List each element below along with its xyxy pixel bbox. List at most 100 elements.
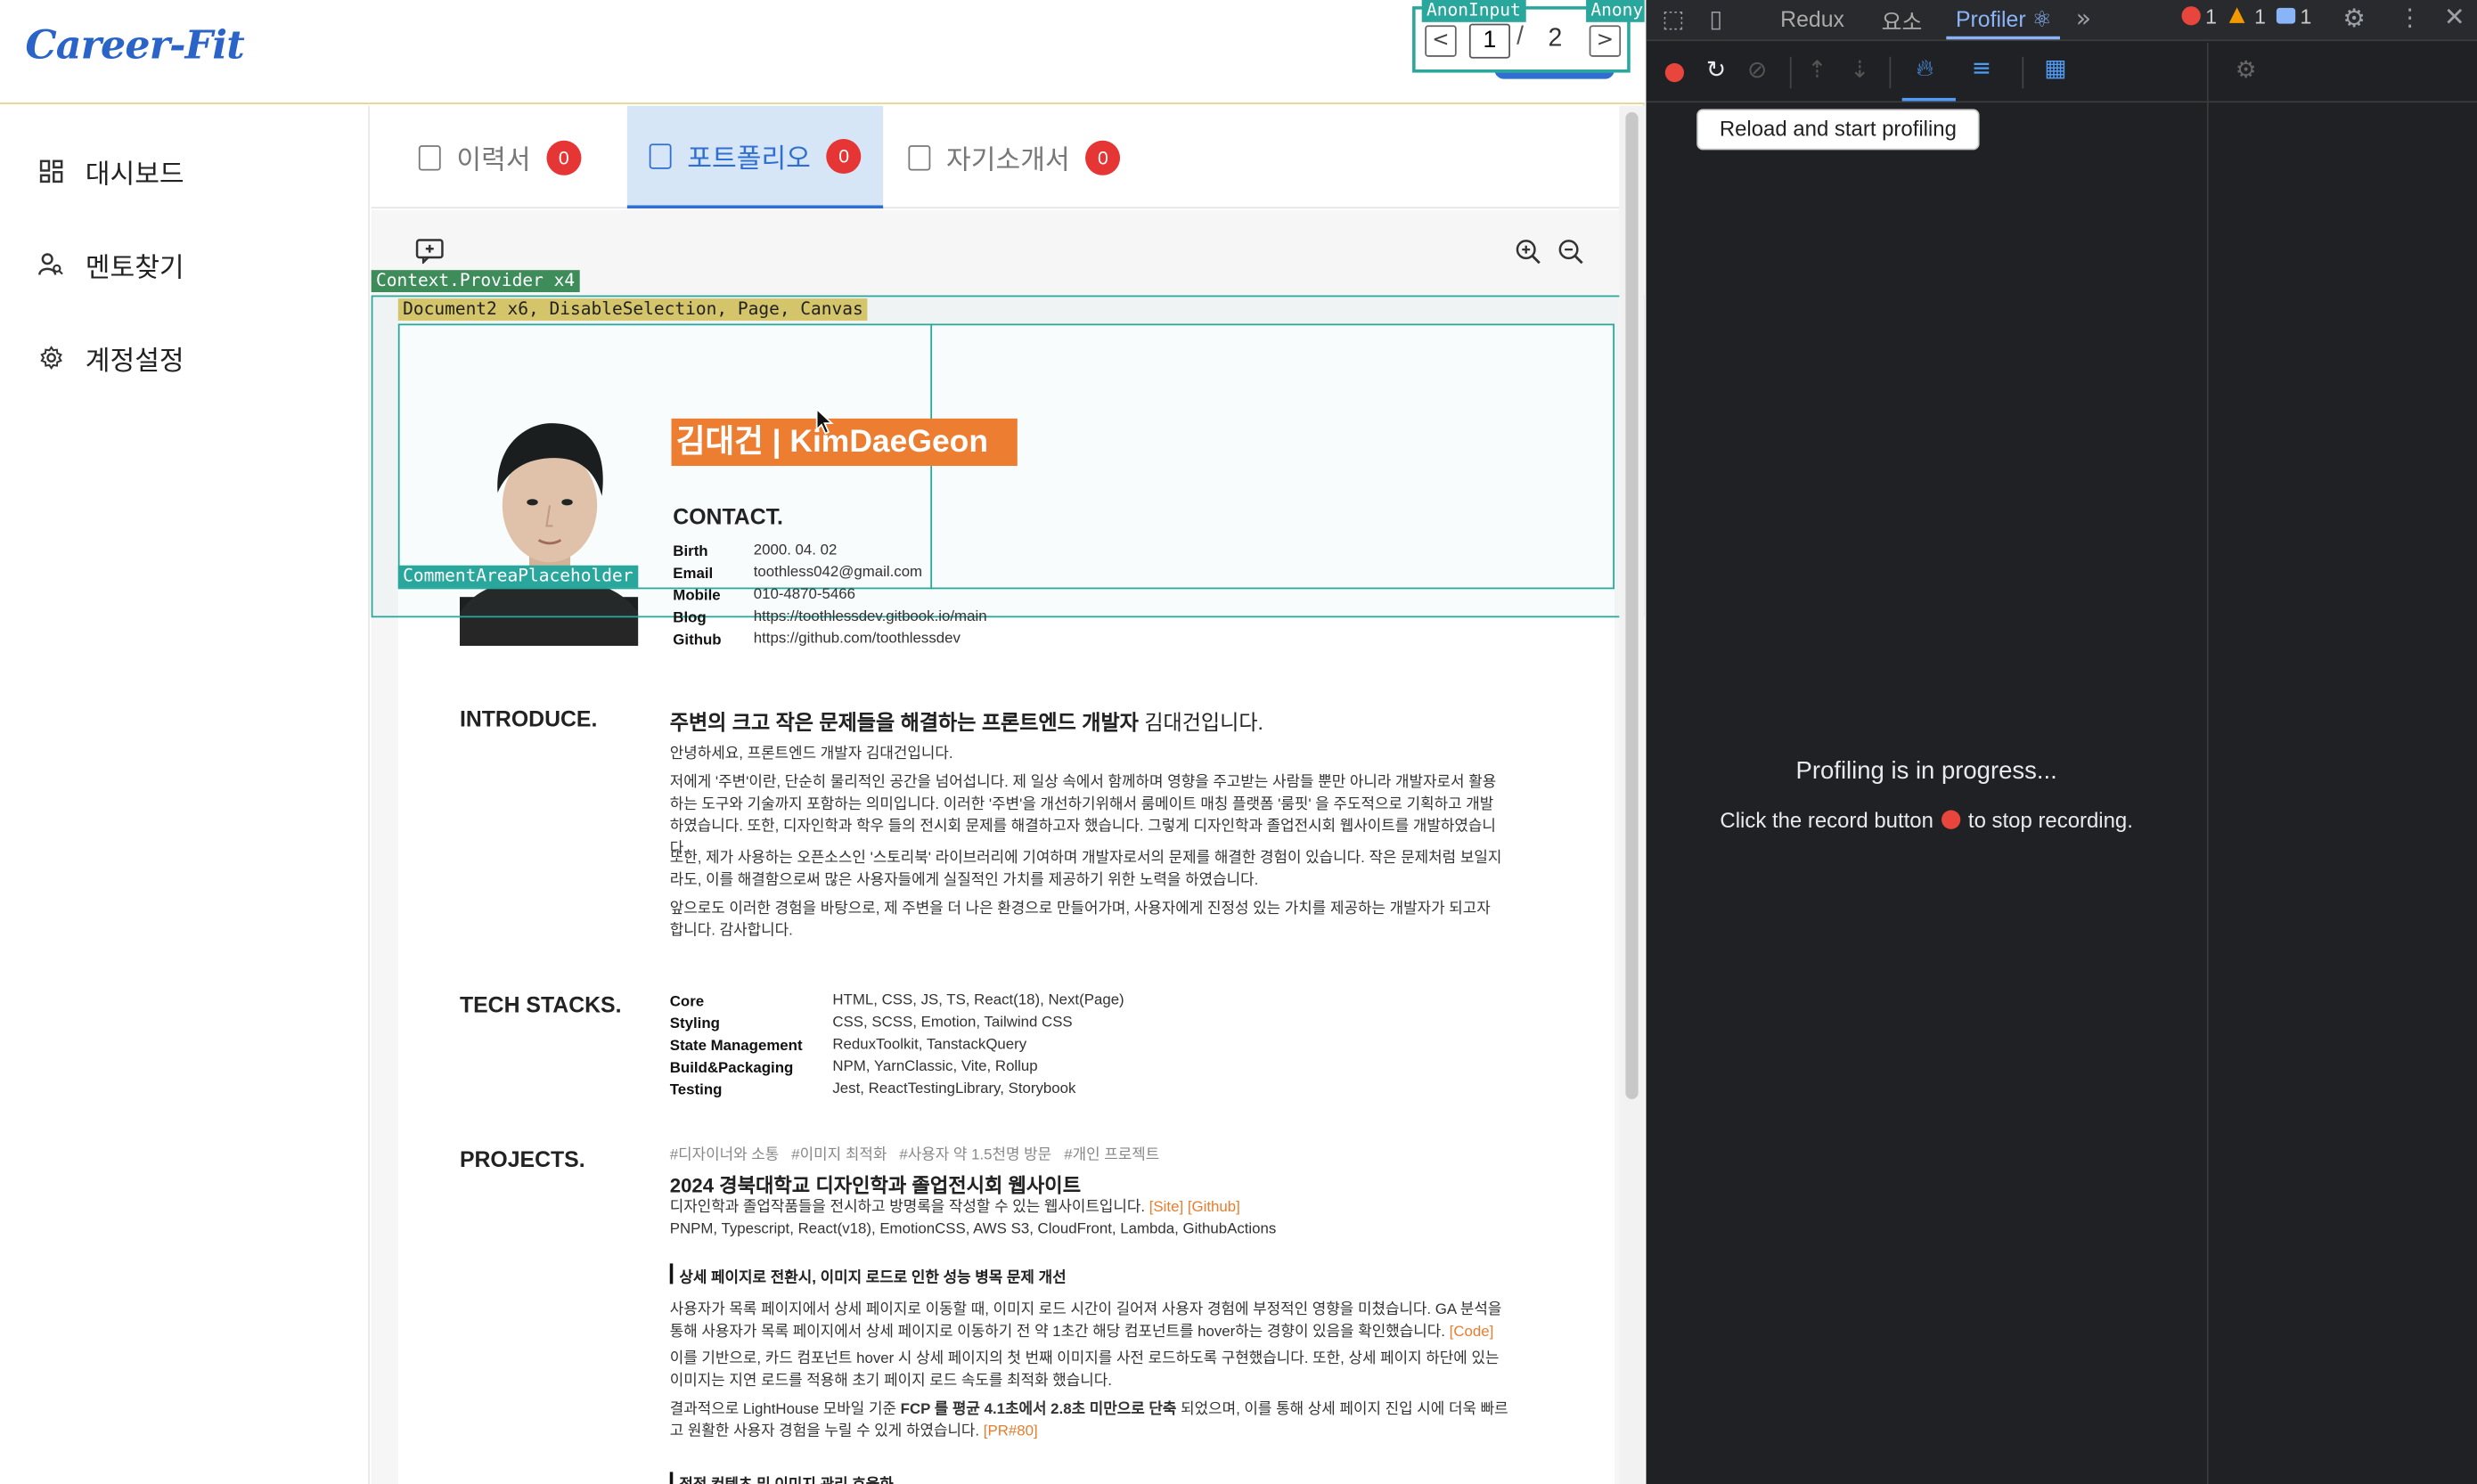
- tab-label: 이력서: [456, 145, 531, 175]
- settings-gear-icon[interactable]: ⚙: [2342, 4, 2365, 34]
- toolbar-divider: [2022, 56, 2024, 89]
- message-count[interactable]: 1: [2300, 4, 2311, 29]
- mouse-cursor-icon: [815, 407, 834, 436]
- count-badge: 0: [546, 139, 582, 175]
- github-link[interactable]: [Github]: [1188, 1199, 1240, 1217]
- record-button-icon[interactable]: [1664, 62, 1685, 83]
- tab-cover-letter[interactable]: 자기소개서 0: [908, 106, 1121, 208]
- document-icon: [908, 144, 931, 170]
- record-dot-icon: [1941, 810, 1961, 829]
- page-separator: /: [1516, 23, 1524, 51]
- next-page-button[interactable]: >: [1589, 25, 1622, 57]
- tab-elements[interactable]: 요소: [1882, 6, 1923, 37]
- name-banner: 김대건 | KimDaeGeon: [671, 418, 1018, 467]
- flame-chart-icon[interactable]: 🔥︎: [1917, 53, 1934, 82]
- warning-count[interactable]: 1: [2254, 4, 2266, 29]
- reload-tooltip: Reload and start profiling: [1696, 109, 1980, 151]
- tech-value: NPM, YarnClassic, Vite, Rollup: [832, 1057, 1038, 1076]
- zoom-out-icon[interactable]: [1557, 239, 1584, 265]
- context-provider-tag: Context.Provider x4: [371, 270, 580, 293]
- kebab-menu-icon[interactable]: ⋮: [2398, 4, 2422, 32]
- headline-bold: 주변의 크고 작은 문제들을 해결하는 프론트엔드 개발자: [669, 710, 1139, 735]
- sidebar-item-mentor[interactable]: 멘토찾기: [38, 240, 184, 287]
- document-icon: [418, 144, 441, 170]
- page-total: 2: [1548, 25, 1563, 53]
- profiling-status-title: Profiling is in progress...: [1795, 758, 2057, 786]
- tab-profiler[interactable]: Profiler ⚛: [1956, 6, 2052, 33]
- contact-label: Blog: [673, 609, 707, 627]
- profiling-status-hint: Click the record button to stop recording…: [1646, 809, 2206, 833]
- add-comment-icon[interactable]: [415, 239, 446, 265]
- load-profile-icon[interactable]: ⇡: [1807, 55, 1827, 84]
- sidebar-item-settings[interactable]: 계정설정: [38, 333, 184, 380]
- profiler-settings-icon[interactable]: ⚙: [2236, 55, 2257, 84]
- ranked-chart-icon[interactable]: ≡: [1972, 53, 1991, 82]
- headline-rest: 김대건입니다.: [1138, 710, 1263, 735]
- subsection-paragraph: 사용자가 목록 페이지에서 상세 페이지로 이동할 때, 이미지 로드 시간이 …: [670, 1300, 1514, 1344]
- contact-value: 2000. 04. 02: [753, 542, 838, 559]
- save-profile-icon[interactable]: ⇣: [1850, 55, 1869, 84]
- clear-icon[interactable]: ⊘: [1747, 55, 1767, 84]
- project-description: 디자인학과 졸업작품들을 전시하고 방명록을 작성할 수 있는 웹사이트입니다.…: [670, 1197, 1240, 1219]
- sidebar: 대시보드 멘토찾기 계정설정: [0, 105, 370, 1484]
- sidebar-item-label: 대시보드: [85, 159, 184, 189]
- vertical-scrollbar[interactable]: [1619, 105, 1645, 1484]
- sidebar-item-dashboard[interactable]: 대시보드: [38, 147, 184, 194]
- app-header: Career-Fit: [0, 0, 1645, 105]
- count-badge: 0: [1085, 139, 1121, 175]
- introduce-paragraph: 앞으로도 이러한 경험을 바탕으로, 제 주변을 더 나은 환경으로 만들어가며…: [669, 900, 1491, 940]
- project-tags: #디자이너와 소통 #이미지 최적화 #사용자 약 1.5천명 방문 #개인 프…: [669, 1146, 1160, 1164]
- document-tag: Document2 x6, DisableSelection, Page, Ca…: [397, 298, 869, 321]
- tech-title: TECH STACKS.: [459, 991, 622, 1017]
- toolbar-divider: [1889, 56, 1892, 89]
- contact-value[interactable]: https://github.com/toothlessdev: [754, 629, 961, 651]
- reload-profile-icon[interactable]: ↻: [1706, 55, 1726, 84]
- code-link[interactable]: [Code]: [1450, 1324, 1494, 1341]
- pr-link[interactable]: [PR#80]: [984, 1423, 1038, 1440]
- profiler-toolbar: ↻ ⊘ ⇡ ⇣ 🔥︎ ≡ ▦: [1646, 43, 2207, 103]
- subsection-marker: [669, 1263, 674, 1284]
- active-view-indicator: [1901, 97, 1956, 102]
- contact-value: toothless042@gmail.com: [753, 563, 923, 582]
- anon-input-tag: AnonInput: [1421, 0, 1526, 22]
- dashboard-icon: [38, 158, 63, 183]
- sub-p3-a: 결과적으로 LightHouse 모바일 기준: [669, 1400, 901, 1419]
- close-devtools-icon[interactable]: ✕: [2444, 2, 2465, 32]
- prev-page-button[interactable]: <: [1425, 25, 1457, 57]
- tab-resume[interactable]: 이력서 0: [418, 106, 582, 208]
- device-toolbar-icon[interactable]: ▯: [1709, 4, 1722, 33]
- error-count[interactable]: 1: [2205, 4, 2217, 29]
- contact-value[interactable]: https://toothlessdev.gitbook.io/main: [754, 607, 987, 629]
- tab-redux[interactable]: Redux: [1780, 6, 1844, 31]
- timeline-icon[interactable]: ▦: [2044, 53, 2066, 82]
- anony-tag: Anony: [1586, 0, 1645, 22]
- tech-label: Testing: [669, 1081, 723, 1100]
- contact-label: Birth: [673, 542, 708, 561]
- active-tab-indicator: [1946, 36, 2060, 40]
- sidebar-item-label: 계정설정: [85, 345, 184, 376]
- page-number-input[interactable]: 1: [1468, 23, 1510, 59]
- tab-portfolio[interactable]: 포트폴리오 0: [626, 105, 884, 209]
- contact-value: 010-4870-5466: [753, 585, 855, 604]
- next-subsection-title: 정적 컨텐츠 및 이미지 관리 효율화: [679, 1472, 893, 1484]
- app-logo[interactable]: Career-Fit: [25, 22, 244, 68]
- tech-value: HTML, CSS, JS, TS, React(18), Next(Page): [832, 991, 1124, 1009]
- subsection-marker: [669, 1472, 674, 1484]
- tab-label: 자기소개서: [946, 145, 1070, 175]
- site-link[interactable]: [Site]: [1149, 1199, 1183, 1217]
- tab-label: 포트폴리오: [687, 143, 811, 175]
- tech-label: State Management: [669, 1037, 803, 1056]
- devtools-tabbar: ⬚ ▯ Redux 요소 Profiler ⚛ » 1 ▲ 1 1 ⚙ ⋮ ✕: [1646, 0, 2477, 42]
- more-tabs-icon[interactable]: »: [2076, 4, 2091, 34]
- zoom-in-icon[interactable]: [1515, 239, 1541, 265]
- project-stack: PNPM, Typescript, React(v18), EmotionCSS…: [669, 1220, 1277, 1239]
- introduce-title: INTRODUCE.: [459, 705, 598, 731]
- subsection-paragraph: 이를 기반으로, 카드 컴포넌트 hover 시 상세 페이지의 첫 번째 이미…: [669, 1349, 1500, 1390]
- project-name: 2024 경북대학교 디자인학과 졸업전시회 웹사이트: [669, 1175, 1082, 1197]
- contact-label: Github: [673, 632, 722, 649]
- contact-title: CONTACT.: [673, 503, 783, 529]
- scrollbar-thumb[interactable]: [1625, 111, 1639, 1100]
- warning-icon: ▲: [2228, 3, 2245, 28]
- inspect-element-icon[interactable]: ⬚: [1662, 4, 1684, 33]
- document-tabs: 이력서 0 포트폴리오 0 자기소개서 0: [371, 105, 1620, 209]
